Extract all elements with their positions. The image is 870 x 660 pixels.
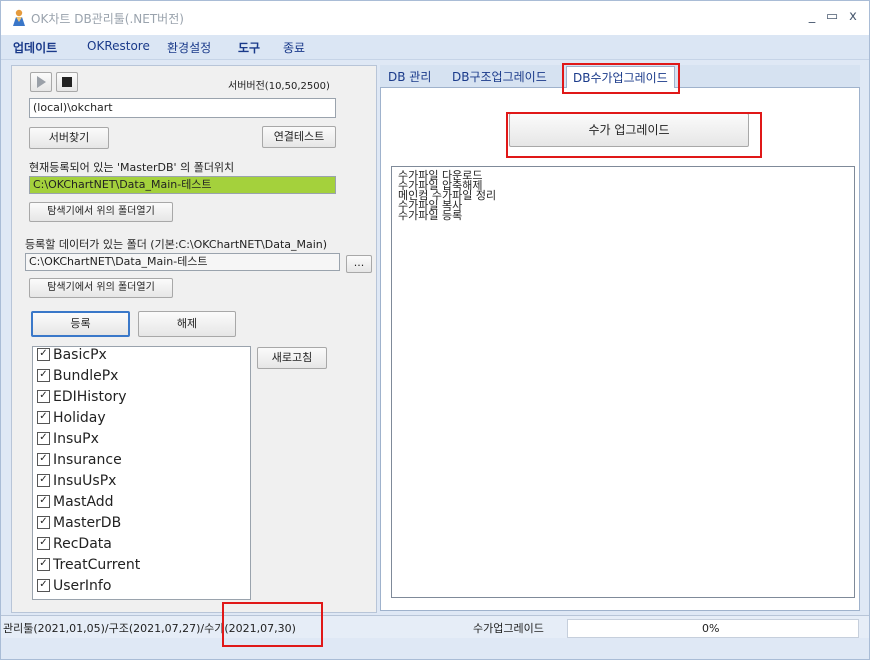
unregister-button[interactable]: 해제: [138, 311, 236, 337]
refresh-button[interactable]: 새로고침: [257, 347, 327, 369]
tab-db-manage[interactable]: DB 관리: [388, 68, 431, 85]
menu-tools[interactable]: 도구: [238, 39, 260, 56]
register-button[interactable]: 등록: [31, 311, 130, 337]
checkbox-checked-icon[interactable]: ✓: [37, 368, 50, 382]
play-icon: [37, 76, 46, 88]
annotation-box-fee-version: [222, 602, 323, 647]
db-item[interactable]: ✓ EDIHistory: [37, 389, 127, 410]
upgrade-log: 수가파일 다운로드 수가파일 압축해제 메인컴 수가파일 정리 수가파일 복사 …: [391, 166, 855, 598]
open-data-folder-button[interactable]: 탐색기에서 위의 폴더열기: [29, 278, 173, 298]
annotation-box-tab: [562, 63, 680, 94]
db-item[interactable]: ✓ BasicPx: [37, 347, 107, 368]
db-item[interactable]: ✓ Insurance: [37, 452, 122, 473]
checkbox-checked-icon[interactable]: ✓: [37, 578, 50, 592]
db-item[interactable]: ✓ InsuUsPx: [37, 473, 116, 494]
server-panel: 서버버전(10,50,2500) (local)\okchart 서버찾기 연결…: [11, 65, 377, 613]
maximize-button[interactable]: ▭: [823, 8, 841, 26]
stop-icon: [62, 77, 72, 87]
menu-okrestore[interactable]: OKRestore: [87, 39, 150, 53]
checkbox-checked-icon[interactable]: ✓: [37, 410, 50, 424]
data-folder-label: 등록할 데이터가 있는 폴더 (기본:C:\OKChartNET\Data_Ma…: [25, 238, 328, 251]
stop-button[interactable]: [56, 72, 78, 92]
checkbox-checked-icon[interactable]: ✓: [37, 515, 50, 529]
task-status-text: 수가업그레이드: [473, 622, 544, 635]
progress-text: 0%: [702, 622, 720, 635]
db-item[interactable]: ✓ BundlePx: [37, 368, 118, 389]
window-title: OK차트 DB관리툴(.NET버전): [31, 12, 184, 26]
db-item[interactable]: ✓ Holiday: [37, 410, 106, 431]
checkbox-checked-icon[interactable]: ✓: [37, 494, 50, 508]
annotation-box-upgrade-button: [506, 112, 762, 158]
log-line: 수가파일 등록: [398, 209, 463, 222]
database-checklist: ✓ BasicPx ✓ BundlePx ✓ EDIHistory ✓ Holiday …: [32, 346, 251, 600]
db-item[interactable]: ✓ UserInfo: [37, 578, 111, 599]
open-masterdb-folder-button[interactable]: 탐색기에서 위의 폴더열기: [29, 202, 173, 222]
db-item[interactable]: ✓ RecData: [37, 536, 112, 557]
menu-settings[interactable]: 환경설정: [167, 39, 211, 56]
tab-db-structure-upgrade[interactable]: DB구조업그레이드: [452, 68, 547, 85]
menu-bar: 업데이트 OKRestore 환경설정 도구 종료: [1, 35, 869, 60]
close-button[interactable]: x: [844, 8, 862, 26]
checkbox-checked-icon[interactable]: ✓: [37, 389, 50, 403]
browse-folder-button[interactable]: ...: [346, 255, 372, 273]
db-item[interactable]: ✓ InsuPx: [37, 431, 99, 452]
db-item[interactable]: ✓ MasterDB: [37, 515, 121, 536]
db-item[interactable]: ✓ TreatCurrent: [37, 557, 140, 578]
checkbox-checked-icon[interactable]: ✓: [37, 536, 50, 550]
masterdb-path-field[interactable]: C:\OKChartNET\Data_Main-테스트: [29, 176, 336, 194]
connection-test-button[interactable]: 연결테스트: [262, 126, 336, 148]
menu-exit[interactable]: 종료: [283, 39, 305, 56]
masterdb-folder-label: 현재등록되어 있는 'MasterDB' 의 폴더위치: [29, 161, 235, 174]
checkbox-checked-icon[interactable]: ✓: [37, 431, 50, 445]
checkbox-checked-icon[interactable]: ✓: [37, 452, 50, 466]
checkbox-checked-icon[interactable]: ✓: [37, 347, 50, 361]
title-bar: OK차트 DB관리툴(.NET버전) _ ▭ x: [1, 1, 869, 35]
progress-bar: 0%: [567, 619, 859, 638]
app-person-icon: [13, 9, 25, 26]
tab-content: 수가 업그레이드 수가파일 다운로드 수가파일 압축해제 메인컴 수가파일 정리…: [380, 88, 860, 611]
checkbox-checked-icon[interactable]: ✓: [37, 473, 50, 487]
db-item[interactable]: ✓ MastAdd: [37, 494, 114, 515]
status-bar: 관리툴(2021,01,05)/구조(2021,07,27)/수가(2021,0…: [1, 615, 869, 638]
app-window: OK차트 DB관리툴(.NET버전) _ ▭ x 업데이트 OKRestore …: [0, 0, 870, 660]
menu-update[interactable]: 업데이트: [13, 39, 57, 56]
server-name-field[interactable]: (local)\okchart: [29, 98, 336, 118]
find-server-button[interactable]: 서버찾기: [29, 127, 109, 149]
play-button[interactable]: [30, 72, 52, 92]
server-version-label: 서버버전(10,50,2500): [228, 81, 330, 92]
minimize-button[interactable]: _: [803, 8, 821, 26]
data-folder-path-field[interactable]: C:\OKChartNET\Data_Main-테스트: [25, 253, 340, 271]
checkbox-checked-icon[interactable]: ✓: [37, 557, 50, 571]
